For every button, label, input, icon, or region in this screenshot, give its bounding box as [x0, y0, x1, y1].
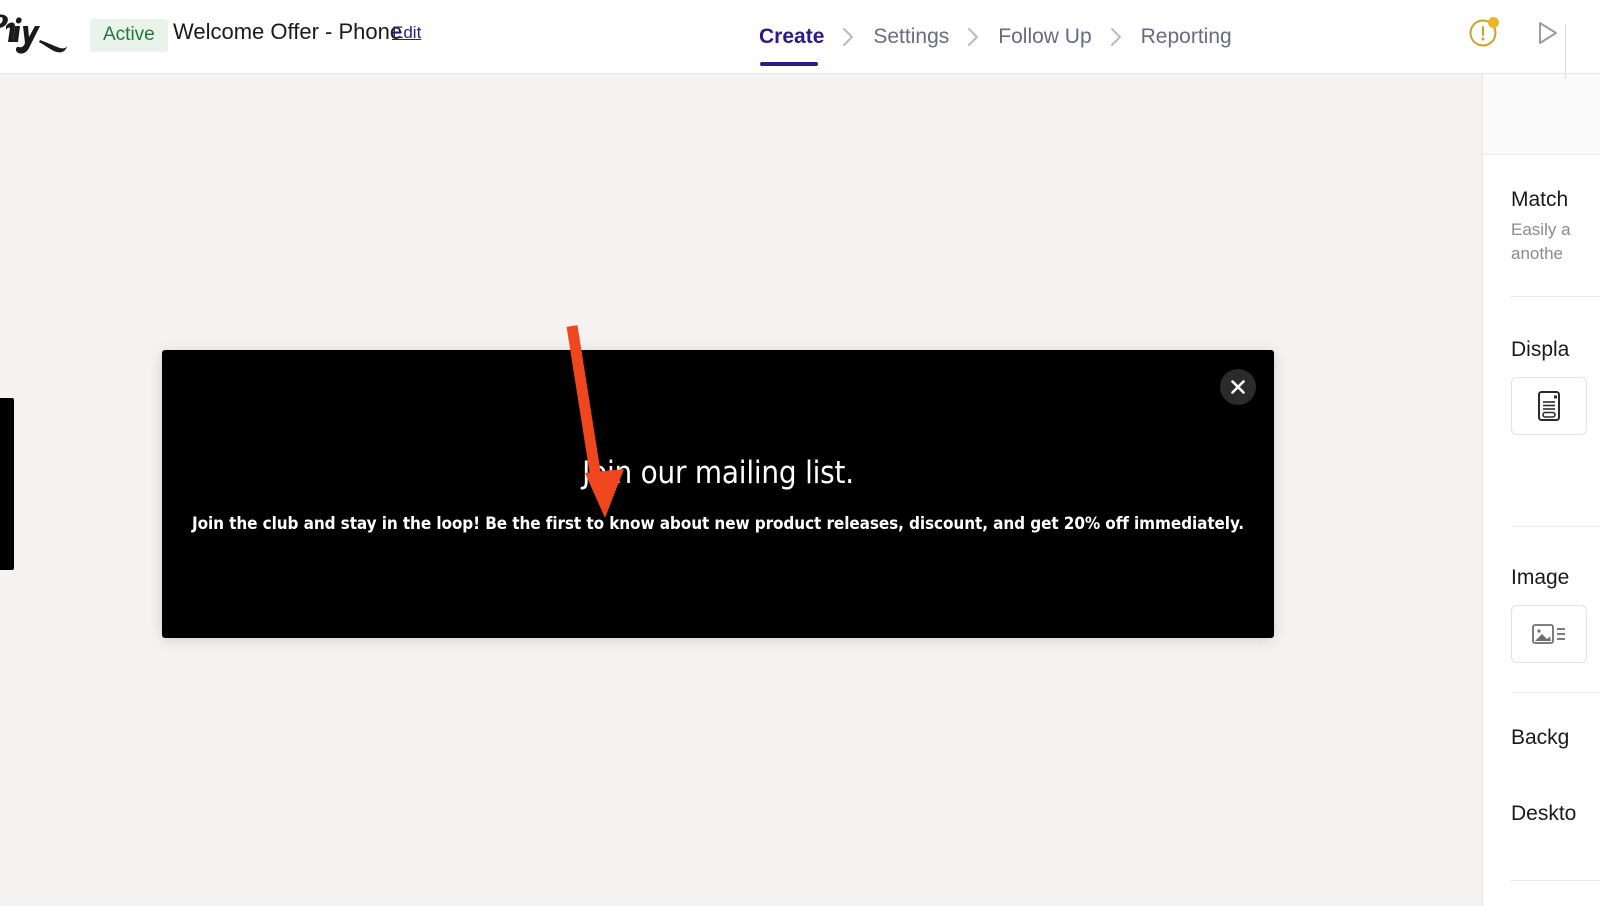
status-badge: Active: [90, 19, 168, 52]
section-title-image: Image: [1511, 566, 1570, 589]
section-title-desktop: Deskto: [1511, 802, 1577, 825]
sidebar-divider-1: [1511, 296, 1600, 297]
close-icon[interactable]: [1220, 369, 1256, 405]
alert-icon[interactable]: [1464, 14, 1502, 52]
layout-form-icon[interactable]: [1511, 377, 1587, 435]
tab-reporting[interactable]: Reporting: [1139, 23, 1234, 51]
edit-title-link[interactable]: Edit: [392, 22, 421, 44]
preview-play-icon[interactable]: [1528, 14, 1566, 52]
settings-sidebar: Match Easily a anothe Displa Image Backg…: [1482, 74, 1600, 906]
section-title-display: Displa: [1511, 338, 1570, 361]
page-title: Welcome Offer - Phone: [173, 19, 403, 44]
app-root: Active Welcome Offer - Phone Edit Create…: [0, 0, 1600, 906]
popup-heading: Join our mailing list.: [582, 455, 854, 491]
section-title-corner: Corne: [1511, 902, 1600, 906]
section-title-match: Match: [1511, 188, 1569, 211]
image-with-text-icon[interactable]: [1511, 605, 1587, 663]
alert-badge-dot: [1488, 17, 1499, 28]
section-title-background: Backg: [1511, 726, 1570, 749]
sidebar-divider-2: [1511, 526, 1600, 527]
sidebar-divider-4: [1511, 880, 1600, 881]
editor-canvas: Join our mailing list. Join the club and…: [0, 74, 1482, 906]
chevron-right-icon-1: [842, 27, 855, 47]
sidebar-section-image: Image: [1511, 564, 1600, 663]
collapsed-left-panel-handle[interactable]: [0, 398, 14, 570]
active-tab-indicator: [760, 62, 818, 66]
popup-body-text: Join the club and stay in the loop! Be t…: [192, 514, 1244, 534]
sidebar-section-display: Displa: [1511, 336, 1600, 435]
header-divider: [1565, 24, 1566, 78]
sidebar-section-background: Backg: [1511, 724, 1600, 751]
sidebar-section-desktop: Deskto: [1511, 800, 1600, 827]
sidebar-divider-3: [1511, 692, 1600, 693]
chevron-right-icon-3: [1110, 27, 1123, 47]
chevron-right-icon-2: [967, 27, 980, 47]
section-desc-match-line2: anothe: [1511, 244, 1563, 263]
tab-create[interactable]: Create: [757, 23, 826, 51]
sidebar-section-corner-main: Corne: [1511, 902, 1600, 906]
popup-preview[interactable]: Join our mailing list. Join the club and…: [162, 350, 1274, 638]
workflow-breadcrumb-nav: Create Settings Follow Up Reporting: [757, 20, 1234, 54]
app-header: Active Welcome Offer - Phone Edit Create…: [0, 0, 1600, 78]
tab-follow-up[interactable]: Follow Up: [996, 23, 1093, 51]
section-desc-match-line1: Easily a: [1511, 220, 1571, 239]
sidebar-header: [1483, 74, 1600, 155]
sidebar-section-match: Match Easily a anothe: [1511, 186, 1600, 266]
tab-settings[interactable]: Settings: [871, 23, 951, 51]
privy-logo[interactable]: [0, 8, 68, 60]
header-actions: [1464, 14, 1566, 78]
